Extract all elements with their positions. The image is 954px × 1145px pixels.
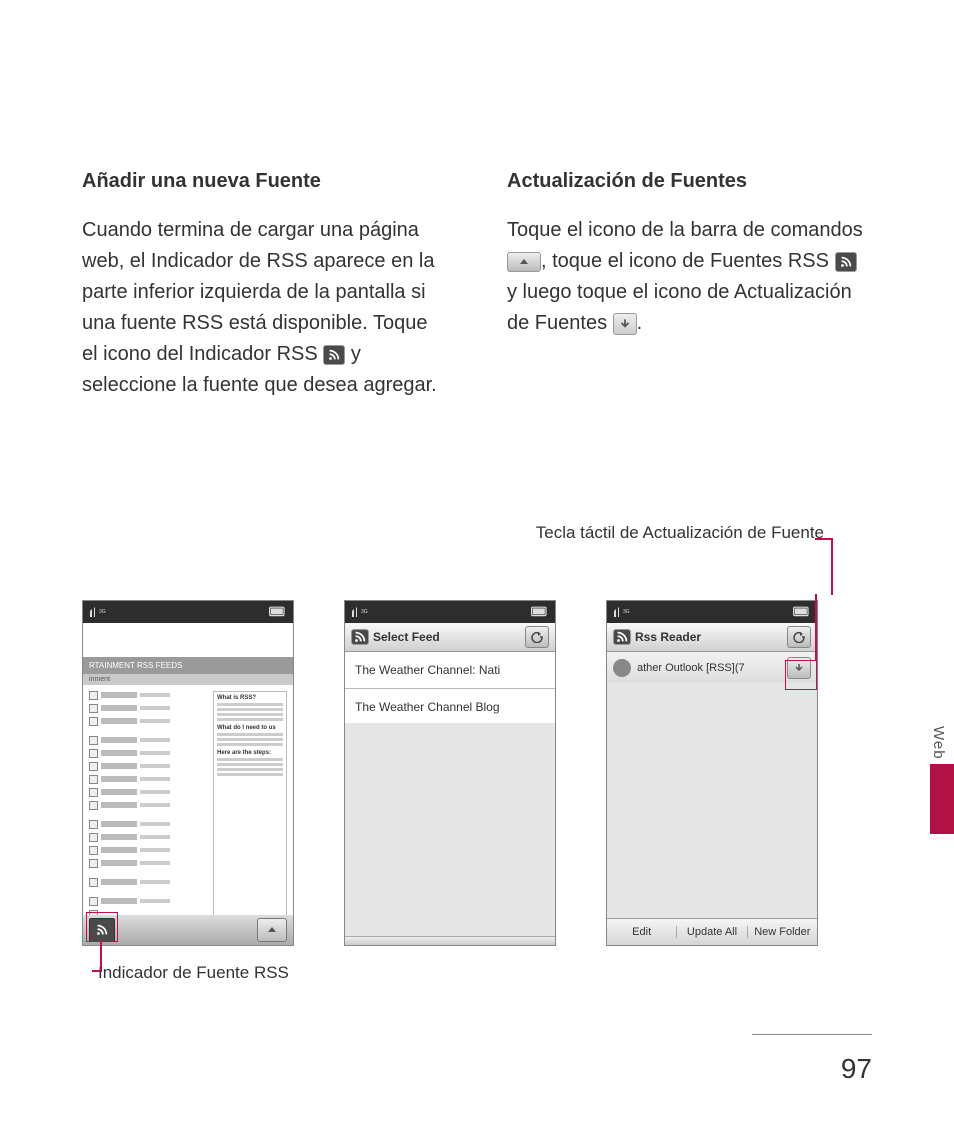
side-tab-label: Web <box>930 720 947 760</box>
globe-icon <box>613 659 631 677</box>
toolbar-up-button[interactable] <box>257 918 287 942</box>
page-section-title: RTAINMENT RSS FEEDS <box>83 657 293 674</box>
feed-update-button[interactable] <box>787 657 811 679</box>
page-section-sub: inment <box>83 674 293 685</box>
screenshots-row: 3G RTAINMENT RSS FEEDS inment <box>82 600 872 996</box>
info-box-h2: What do I need to us <box>217 725 283 731</box>
screenshot-1: 3G RTAINMENT RSS FEEDS inment <box>82 600 294 946</box>
side-tab-block <box>930 764 954 834</box>
callout-line-update-v2 <box>831 538 833 595</box>
right-text-d: . <box>637 312 643 334</box>
manual-page: Añadir una nueva Fuente Cuando termina d… <box>0 0 954 1145</box>
right-column: Actualización de Fuentes Toque el icono … <box>507 170 872 401</box>
svg-text:3G: 3G <box>623 609 630 615</box>
screenshot-3-wrap: 3G Rss Reader ather Ou <box>606 600 818 946</box>
left-paragraph: Cuando termina de cargar una página web,… <box>82 215 447 401</box>
empty-area <box>345 723 555 937</box>
text-columns: Añadir una nueva Fuente Cuando termina d… <box>82 170 872 401</box>
rss-indicator-icon <box>323 345 345 365</box>
select-feed-title: Select Feed <box>373 630 440 644</box>
back-button-2[interactable] <box>787 626 811 648</box>
command-bar-up-icon <box>507 252 541 272</box>
callout-rss-indicator: Indicador de Fuente RSS <box>98 962 289 984</box>
right-text-a: Toque el icono de la barra de comandos <box>507 219 863 241</box>
titlebar-select-feed: Select Feed <box>345 623 555 652</box>
svg-text:3G: 3G <box>361 609 368 615</box>
status-bar-1: 3G <box>83 601 293 623</box>
feed-folder-row[interactable]: ather Outlook [RSS](7 <box>607 652 817 685</box>
rss-reader-title: Rss Reader <box>635 630 701 644</box>
titlebar-rss-reader: Rss Reader <box>607 623 817 652</box>
info-box-h3: Here are the steps: <box>217 750 283 756</box>
side-tab: Web <box>930 720 954 830</box>
callout-update-key: Tecla táctil de Actualización de Fuente <box>536 522 824 544</box>
right-heading: Actualización de Fuentes <box>507 170 872 193</box>
right-text-c: y luego toque el icono de Actualización … <box>507 281 852 334</box>
edit-button[interactable]: Edit <box>607 926 677 938</box>
svg-text:3G: 3G <box>99 609 106 615</box>
empty-area-2 <box>607 683 817 919</box>
feed-list <box>89 691 207 923</box>
bottom-commands: Edit Update All New Folder <box>607 918 817 945</box>
feed-update-icon <box>613 313 637 335</box>
status-bar-2: 3G <box>345 601 555 623</box>
new-folder-button[interactable]: New Folder <box>748 926 817 938</box>
bottom-edge <box>345 936 555 945</box>
rss-feeds-icon <box>835 252 857 272</box>
screenshot-2: 3G Select Feed The Weather Channel: Nati <box>344 600 556 946</box>
left-text-a: Cuando termina de cargar una página web,… <box>82 219 434 365</box>
screenshot-1-wrap: 3G RTAINMENT RSS FEEDS inment <box>82 600 294 996</box>
rss-title-icon <box>351 629 369 645</box>
rss-title-icon-2 <box>613 629 631 645</box>
left-column: Añadir una nueva Fuente Cuando termina d… <box>82 170 447 401</box>
feed-folder-label: ather Outlook [RSS](7 <box>637 662 781 674</box>
page-number: 97 <box>841 1053 872 1085</box>
screenshot-3: 3G Rss Reader ather Ou <box>606 600 818 946</box>
screenshot-2-wrap: 3G Select Feed The Weather Channel: Nati <box>344 600 556 946</box>
footer-line <box>752 1034 872 1035</box>
right-paragraph: Toque el icono de la barra de comandos ,… <box>507 215 872 339</box>
status-bar-3: 3G <box>607 601 817 623</box>
right-text-b: , toque el icono de Fuentes RSS <box>541 250 835 272</box>
left-heading: Añadir una nueva Fuente <box>82 170 447 193</box>
info-box-h1: What is RSS? <box>217 695 283 701</box>
feed-item-2[interactable]: The Weather Channel Blog <box>345 689 555 726</box>
back-button[interactable] <box>525 626 549 648</box>
rss-indicator-button[interactable] <box>89 918 115 942</box>
update-all-button[interactable]: Update All <box>677 926 747 938</box>
info-box: What is RSS? What do I need to us Here a… <box>213 691 287 923</box>
browser-toolbar <box>83 915 293 945</box>
browser-body: RTAINMENT RSS FEEDS inment <box>83 623 293 945</box>
feed-item-1[interactable]: The Weather Channel: Nati <box>345 652 555 689</box>
